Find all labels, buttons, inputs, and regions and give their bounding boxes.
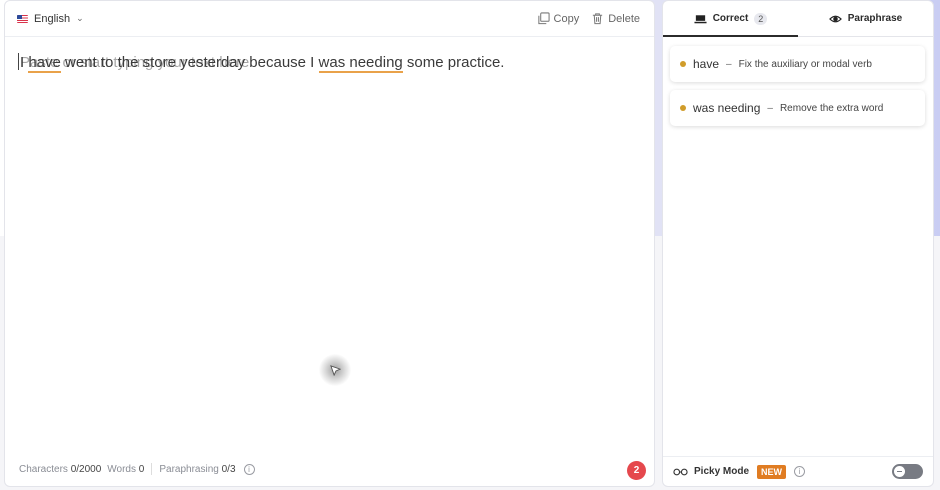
- language-label: English: [34, 12, 71, 25]
- copy-label: Copy: [553, 12, 580, 25]
- paraphrasing-count: 0/3: [221, 463, 236, 475]
- language-select[interactable]: English ⌄: [17, 13, 84, 25]
- tab-paraphrase-label: Paraphrase: [847, 13, 903, 24]
- suggestion-card-was-needing[interactable]: was needing – Remove the extra word: [670, 90, 925, 126]
- suggestion-description: Fix the auxiliary or modal verb: [738, 58, 872, 70]
- error-highlight-have[interactable]: have: [28, 54, 61, 73]
- suggestions-panel: Correct 2 Paraphrase have – Fix the auxi…: [662, 0, 934, 487]
- picky-mode-toggle[interactable]: [892, 464, 923, 479]
- editor-text-area[interactable]: I have went to the store yesterday becau…: [18, 53, 638, 73]
- chevron-down-icon: ⌄: [76, 13, 84, 23]
- laptop-icon: [694, 14, 707, 23]
- new-badge: NEW: [757, 464, 787, 479]
- editor-actions: Copy Delete: [537, 12, 640, 25]
- tab-paraphrase[interactable]: Paraphrase: [798, 1, 933, 36]
- words-label: Words: [107, 463, 136, 475]
- suggestion-dot: [680, 61, 686, 67]
- editor-stats-bar: Characters 0/2000 Words 0 Paraphrasing 0…: [19, 460, 640, 478]
- suggestion-dash: –: [767, 102, 773, 114]
- paraphrase-icon: [828, 15, 842, 22]
- editor-toolbar: English ⌄ Copy Delete: [5, 1, 654, 37]
- suggestion-dash: –: [726, 58, 732, 70]
- paraphrasing-label: Paraphrasing: [159, 463, 219, 475]
- picky-mode-label: Picky Mode: [694, 466, 750, 477]
- suggestion-description: Remove the extra word: [779, 102, 884, 114]
- footer-divider: [151, 463, 153, 475]
- info-icon[interactable]: i: [243, 463, 255, 475]
- delete-label: Delete: [608, 12, 640, 25]
- copy-button[interactable]: Copy: [537, 12, 580, 25]
- error-count-badge[interactable]: 2: [627, 461, 646, 480]
- text-editor: English ⌄ Copy Delete Paste or start typ…: [4, 0, 655, 487]
- characters-count: 0/2000: [70, 463, 102, 475]
- words-count: 0: [138, 463, 145, 475]
- glasses-icon: [673, 468, 688, 475]
- text-caret: [18, 53, 19, 70]
- suggestion-card-have[interactable]: have – Fix the auxiliary or modal verb: [670, 46, 925, 82]
- suggestion-dot: [680, 105, 686, 111]
- suggestion-word: was needing: [693, 101, 761, 115]
- mouse-cursor: [319, 354, 351, 386]
- suggestion-word: have: [693, 57, 720, 71]
- text-segment: went to the store yesterday because I: [60, 54, 319, 71]
- picky-mode-bar: Picky Mode NEW i: [663, 456, 933, 486]
- panel-tabs: Correct 2 Paraphrase: [663, 1, 933, 37]
- toggle-off-icon: [894, 466, 905, 477]
- characters-label: Characters: [19, 463, 68, 475]
- cursor-icon: [330, 365, 341, 376]
- copy-icon: [537, 12, 550, 25]
- tab-correct[interactable]: Correct 2: [663, 1, 798, 37]
- info-icon[interactable]: i: [794, 466, 806, 477]
- error-highlight-was-needing[interactable]: was needing: [318, 54, 403, 73]
- text-segment: some practice.: [402, 54, 505, 71]
- us-flag-icon: [17, 14, 28, 23]
- delete-button[interactable]: Delete: [591, 12, 640, 25]
- trash-icon: [593, 13, 603, 25]
- tab-correct-label: Correct: [712, 13, 749, 24]
- tab-correct-count: 2: [754, 12, 768, 25]
